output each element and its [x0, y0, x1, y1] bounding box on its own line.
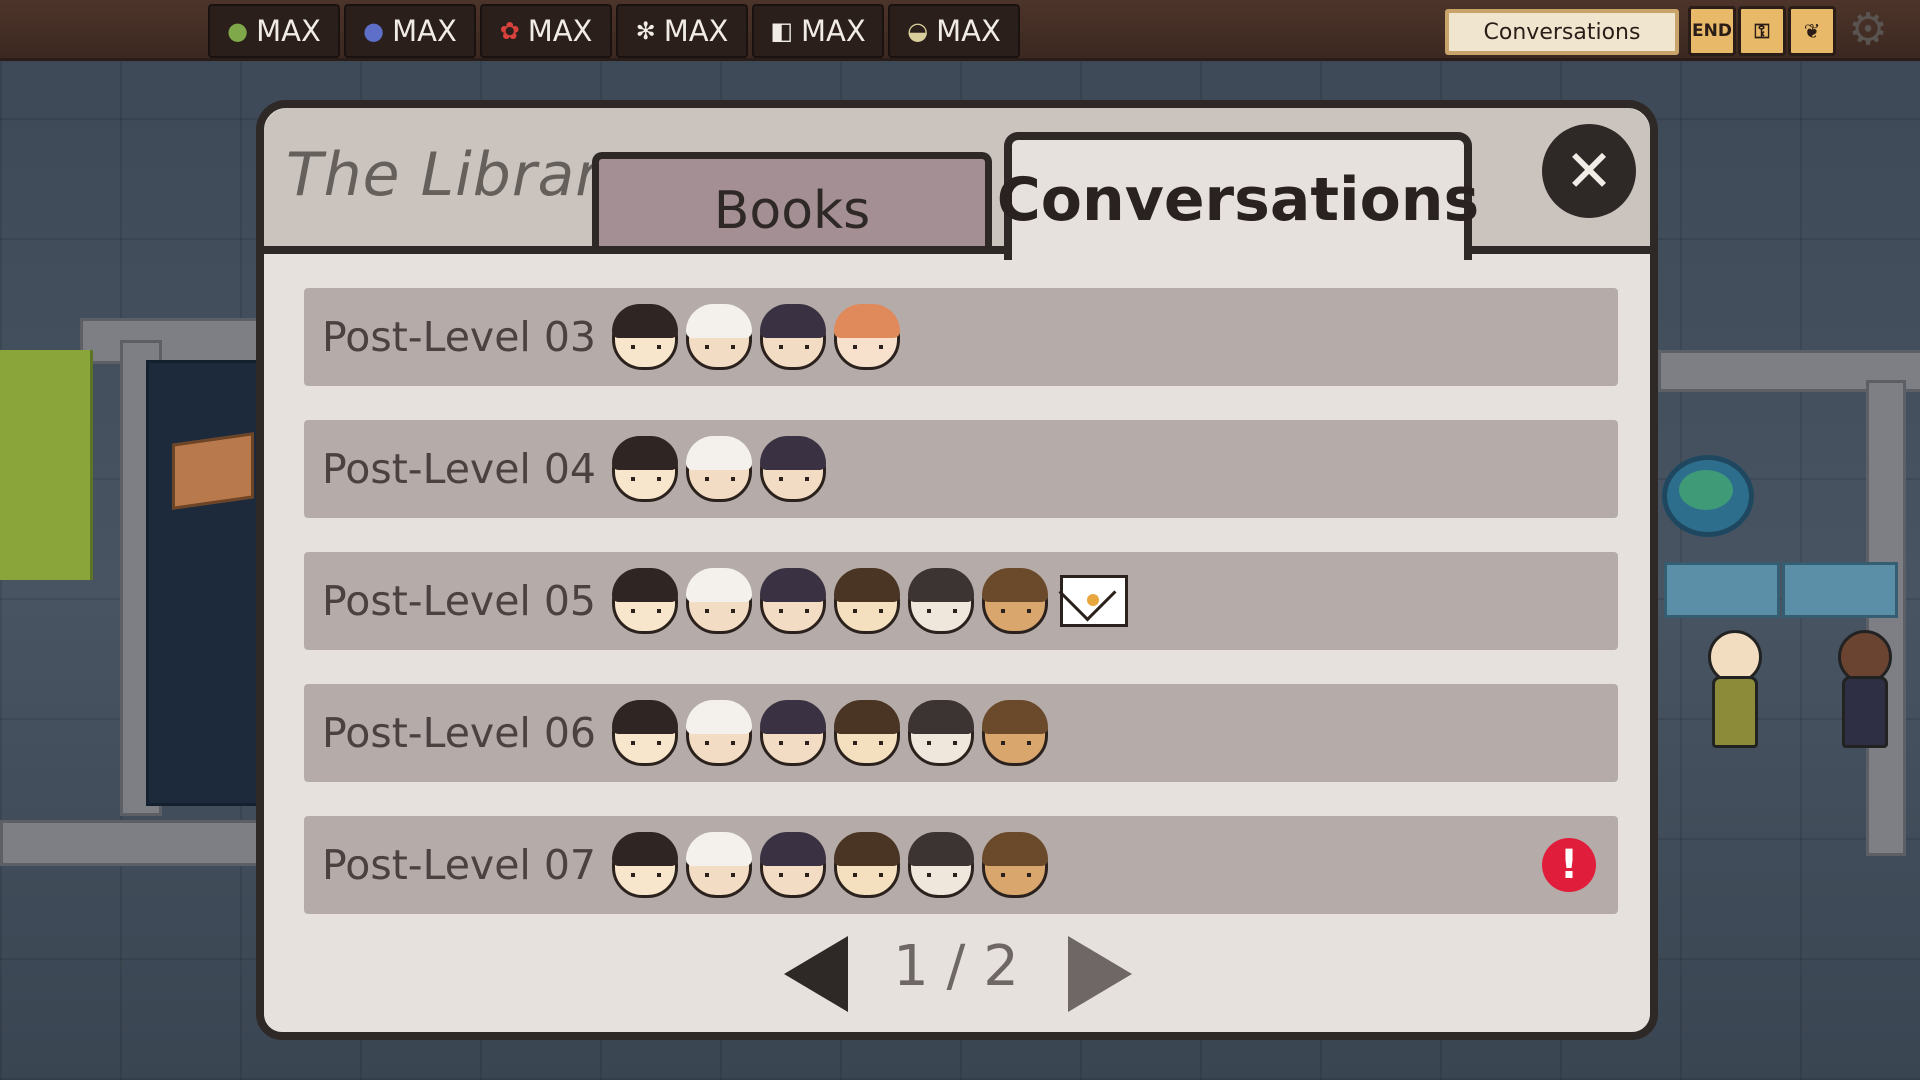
portrait-dark-bun-icon	[760, 304, 826, 370]
portrait-dark-bun-icon	[760, 568, 826, 634]
previous-page-button[interactable]	[784, 936, 848, 1012]
participant-portraits	[612, 832, 1048, 898]
resource-amount: MAX	[800, 14, 866, 48]
current-screen-label: Conversations	[1445, 9, 1679, 55]
bowl-icon: ◒	[907, 17, 929, 45]
participant-portraits	[612, 304, 900, 370]
resource-amount: MAX	[663, 14, 729, 48]
portrait-brown-hair-icon	[834, 568, 900, 634]
letter-icon	[1060, 575, 1128, 627]
stone-ledge-bottom-left	[0, 820, 266, 866]
berry-icon: ✿	[499, 17, 520, 45]
portrait-brown-hair-icon	[834, 832, 900, 898]
portrait-crowned-icon	[982, 832, 1048, 898]
tab-divider	[264, 246, 1004, 254]
resource-amount: MAX	[527, 14, 593, 48]
portrait-dark-bun-icon	[760, 832, 826, 898]
conversation-row[interactable]: Post-Level 05	[304, 552, 1618, 650]
portrait-brown-hair-icon	[834, 700, 900, 766]
resource-bowl: ◒ MAX	[888, 4, 1020, 58]
portrait-white-hair-icon	[686, 568, 752, 634]
cauldron	[1662, 455, 1754, 537]
conversation-label: Post-Level 07	[322, 841, 597, 889]
resource-cube: ◧ MAX	[752, 4, 884, 58]
portrait-dark-bun-icon	[760, 700, 826, 766]
npc-scholar[interactable]	[1830, 630, 1894, 750]
blue-orb-icon: ●	[363, 17, 385, 45]
portrait-crowned-icon	[982, 568, 1048, 634]
new-alert-icon: !	[1542, 838, 1596, 892]
next-page-button[interactable]	[1068, 936, 1132, 1012]
gear-icon[interactable]: ⚙	[1842, 4, 1894, 56]
conversation-label: Post-Level 06	[322, 709, 597, 757]
library-title: The Library	[286, 140, 638, 210]
portrait-ginger-icon	[834, 304, 900, 370]
library-panel: The Library Books Conversations ✕ Post-L…	[256, 100, 1658, 1040]
leaf-book-icon[interactable]: ❦	[1788, 6, 1836, 56]
resource-blue-orb: ● MAX	[344, 4, 476, 58]
resource-leaf: ● MAX	[208, 4, 340, 58]
conversation-row[interactable]: Post-Level 03	[304, 288, 1618, 386]
close-icon[interactable]: ✕	[1542, 124, 1636, 218]
tab-conversations[interactable]: Conversations	[997, 132, 1479, 260]
portrait-dark-bun-icon	[760, 436, 826, 502]
resource-amount: MAX	[936, 14, 1001, 48]
portrait-lead-icon	[612, 568, 678, 634]
page-indicator: 1 / 2	[893, 934, 1019, 999]
resource-amount: MAX	[392, 14, 457, 48]
portrait-white-hair-icon	[686, 304, 752, 370]
portrait-white-hair-icon	[686, 832, 752, 898]
conversation-label: Post-Level 05	[322, 577, 597, 625]
conversation-label: Post-Level 04	[322, 445, 597, 493]
cube-icon: ◧	[770, 17, 793, 45]
end-day-button[interactable]: END	[1688, 6, 1736, 56]
portrait-antlers-icon	[908, 832, 974, 898]
participant-portraits	[612, 436, 826, 502]
portrait-lead-icon	[612, 436, 678, 502]
conversation-row[interactable]: Post-Level 07!	[304, 816, 1618, 914]
portrait-white-hair-icon	[686, 436, 752, 502]
dark-pit	[146, 360, 272, 806]
stone-wall-right-side	[1866, 380, 1906, 856]
workbench-2	[1782, 562, 1898, 618]
pagination: 1 / 2	[256, 926, 1658, 1016]
top-resource-bar: ● MAX ● MAX ✿ MAX ✻ MAX ◧ MAX ◒ MAX Conversations E…	[0, 0, 1920, 61]
participant-portraits	[612, 700, 1048, 766]
workbench-1	[1664, 562, 1780, 618]
grass-patch	[0, 350, 93, 580]
portrait-lead-icon	[612, 304, 678, 370]
resource-amount: MAX	[256, 14, 321, 48]
portrait-lead-icon	[612, 700, 678, 766]
conversation-label: Post-Level 03	[322, 313, 597, 361]
participant-portraits	[612, 568, 1128, 634]
conversation-row[interactable]: Post-Level 06	[304, 684, 1618, 782]
portrait-antlers-icon	[908, 568, 974, 634]
leaf-icon: ●	[227, 17, 249, 45]
tab-books[interactable]: Books	[592, 152, 992, 248]
tab-divider-right	[1472, 246, 1650, 254]
portrait-lead-icon	[612, 832, 678, 898]
herb-crate	[172, 432, 254, 510]
keyhole-icon[interactable]: ⚿	[1738, 6, 1786, 56]
conversation-row[interactable]: Post-Level 04	[304, 420, 1618, 518]
portrait-crowned-icon	[982, 700, 1048, 766]
flower-icon: ✻	[635, 17, 656, 45]
portrait-white-hair-icon	[686, 700, 752, 766]
portrait-antlers-icon	[908, 700, 974, 766]
npc-herbalist[interactable]	[1700, 630, 1764, 750]
resource-berry: ✿ MAX	[480, 4, 612, 58]
resource-flower: ✻ MAX	[616, 4, 748, 58]
